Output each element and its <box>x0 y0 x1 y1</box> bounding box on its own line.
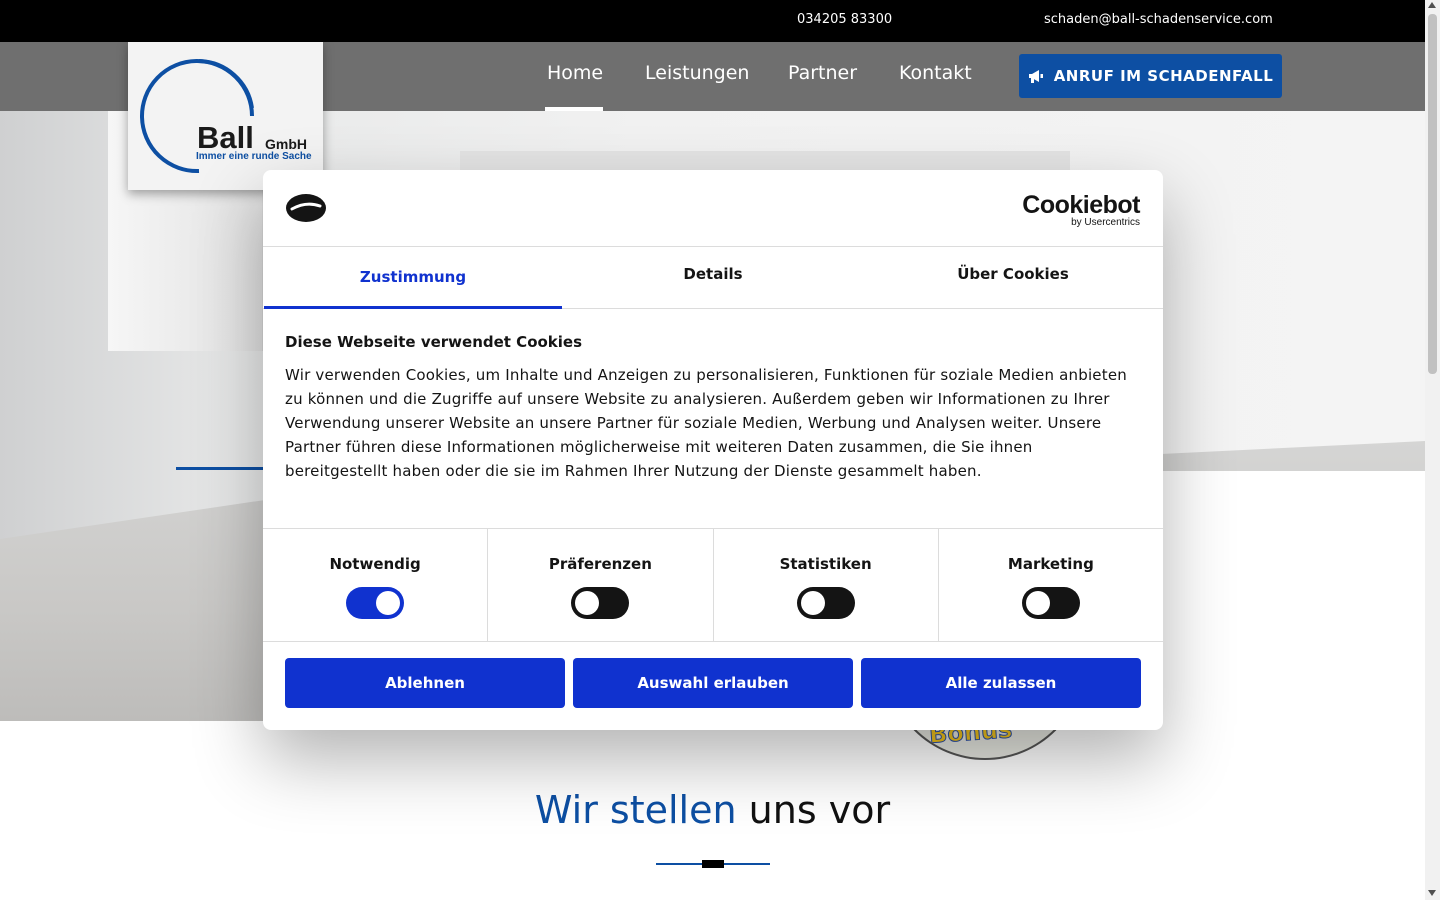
cookie-description: Diese Webseite verwendet Cookies Wir ver… <box>285 333 1135 483</box>
tab-ueber-cookies[interactable]: Über Cookies <box>863 247 1163 308</box>
consent-label: Präferenzen <box>548 555 652 573</box>
page-scrollbar[interactable] <box>1425 0 1440 900</box>
scroll-down-arrow-icon[interactable] <box>1428 890 1436 896</box>
consent-necessary: Notwendig <box>263 529 489 641</box>
top-contact-bar: 034205 83300 schaden@ball-schadenservice… <box>0 0 1425 42</box>
phone-number[interactable]: 034205 83300 <box>797 12 892 27</box>
cookie-heading: Diese Webseite verwendet Cookies <box>285 333 583 351</box>
cookie-tabs: Zustimmung Details Über Cookies <box>263 247 1163 309</box>
consent-categories: Notwendig Präferenzen Statistiken Market… <box>263 528 1163 642</box>
cookiebot-name: Cookiebot <box>1022 191 1140 219</box>
scrollbar-thumb[interactable] <box>1428 14 1437 374</box>
scroll-up-arrow-icon[interactable] <box>1428 2 1436 8</box>
consent-label: Notwendig <box>329 555 421 573</box>
toggle-preferences[interactable] <box>571 587 630 619</box>
cookiebot-logo[interactable]: Cookiebot by Usercentrics <box>1022 192 1140 228</box>
toggle-statistics[interactable] <box>796 587 855 619</box>
consent-marketing: Marketing <box>939 529 1163 641</box>
consent-statistics: Statistiken <box>714 529 939 641</box>
cookie-consent-dialog: Cookiebot by Usercentrics Zustimmung Det… <box>263 170 1163 730</box>
hero-accent-line <box>176 467 276 470</box>
logo-suffix: GmbH <box>265 136 307 152</box>
toggle-knob <box>575 591 600 615</box>
logo-slogan: Immer eine runde Sache <box>196 151 312 162</box>
toggle-knob <box>376 591 401 615</box>
allow-all-button[interactable]: Alle zulassen <box>861 658 1141 708</box>
toggle-knob <box>800 591 825 615</box>
nav-item-leistungen[interactable]: Leistungen <box>645 62 749 84</box>
nav-item-kontakt[interactable]: Kontakt <box>899 62 972 84</box>
toggle-knob <box>1025 591 1050 615</box>
consent-label: Marketing <box>1007 555 1094 573</box>
emergency-call-label: ANRUF IM SCHADENFALL <box>1053 67 1274 85</box>
title-divider-block <box>702 860 724 868</box>
cookie-badge-icon <box>286 194 326 222</box>
nav-item-home[interactable]: Home <box>547 62 603 84</box>
consent-label: Statistiken <box>779 555 872 573</box>
toggle-necessary[interactable] <box>346 587 405 619</box>
section-title-rest: uns vor <box>736 788 891 832</box>
section-title-accent: Wir stellen <box>534 788 737 832</box>
decline-button[interactable]: Ablehnen <box>285 658 565 708</box>
cookie-dialog-header: Cookiebot by Usercentrics <box>263 170 1163 247</box>
toggle-marketing[interactable] <box>1021 587 1080 619</box>
tab-details[interactable]: Details <box>563 247 863 308</box>
email-link[interactable]: schaden@ball-schadenservice.com <box>1044 12 1273 27</box>
cookie-buttons: Ablehnen Auswahl erlauben Alle zulassen <box>285 658 1141 708</box>
megaphone-icon <box>1028 70 1043 83</box>
nav-item-partner[interactable]: Partner <box>788 62 857 84</box>
allow-selection-button[interactable]: Auswahl erlauben <box>573 658 853 708</box>
hero-content-panel <box>1160 471 1425 721</box>
tab-zustimmung[interactable]: Zustimmung <box>263 247 563 309</box>
emergency-call-button[interactable]: ANRUF IM SCHADENFALL <box>1019 54 1282 98</box>
company-logo[interactable]: Ball GmbH Immer eine runde Sache <box>128 42 323 190</box>
cookie-text: Wir verwenden Cookies, um Inhalte und An… <box>285 366 1127 480</box>
section-title: Wir stellen uns vor <box>0 788 1425 832</box>
consent-preferences: Präferenzen <box>488 529 714 641</box>
